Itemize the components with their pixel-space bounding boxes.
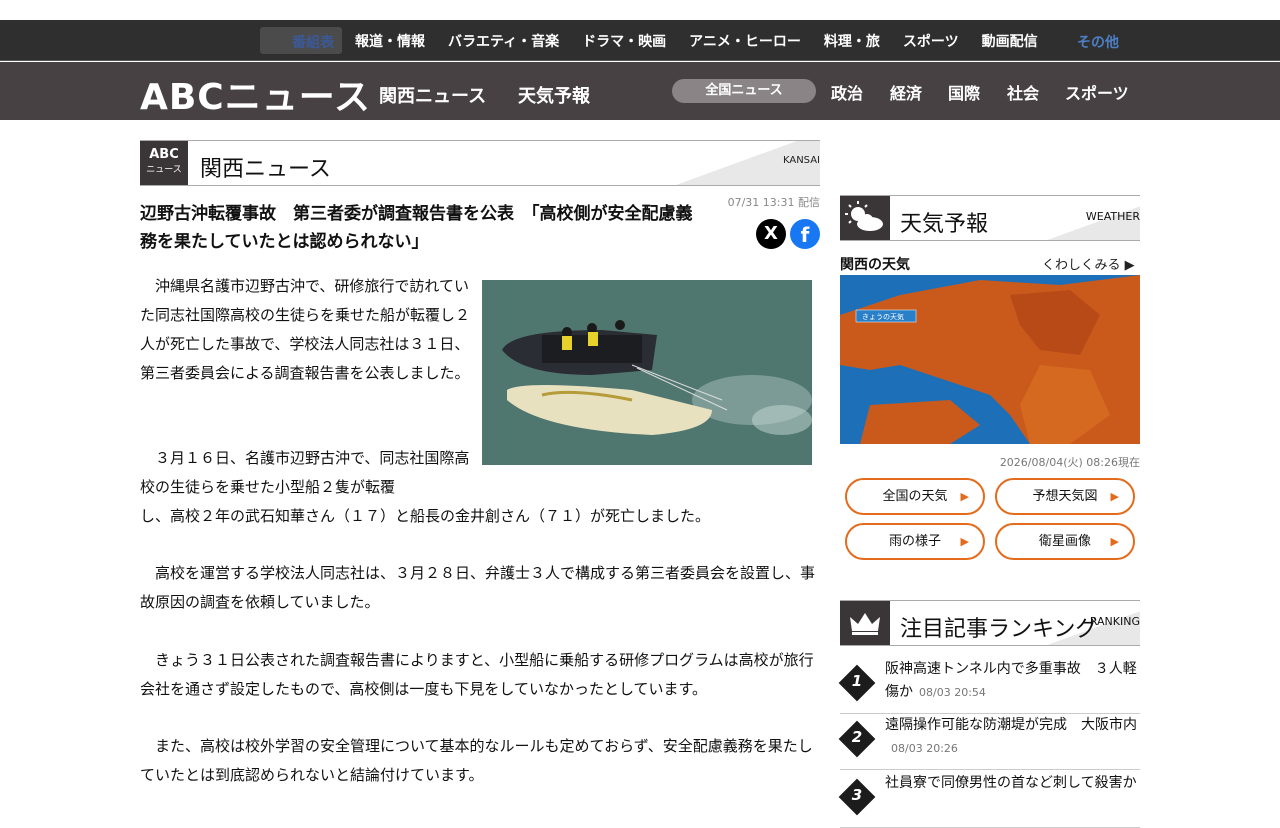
kansai-weather-map[interactable]: きょうの天気 <box>840 275 1140 444</box>
boat-rescue-photo <box>482 280 812 465</box>
weather-timestamp: 2026/08/04(火) 08:26現在 <box>999 456 1140 469</box>
main-header: ABCニュース 関西ニュース 天気予報 全国ニュース 政治 経済 国際 社会 ス… <box>0 62 1280 120</box>
kansai-news-link[interactable]: 関西ニュース <box>379 82 486 108</box>
nav-item-news[interactable]: 報道・情報 <box>355 31 425 51</box>
article-photo <box>482 280 812 465</box>
weather-icon <box>840 196 890 240</box>
weather-link[interactable]: 天気予報 <box>518 82 590 108</box>
abc-news-badge: ABC ニュース <box>140 141 188 185</box>
ranking-item-date: 08/03 20:54 <box>919 686 986 699</box>
article-headline: 辺野古沖転覆事故 第三者委が調査報告書を公表 「高校側が安全配慮義務を果たしてい… <box>140 204 693 252</box>
share-x-button[interactable]: X <box>756 219 786 249</box>
weather-title: 天気予報 <box>900 212 989 237</box>
weather-map-caption: きょうの天気 <box>862 312 904 321</box>
section-title-en: KANSAI <box>782 155 820 166</box>
national-news-tab[interactable]: 全国ニュース <box>672 79 816 103</box>
nav-item-sports[interactable]: スポーツ <box>903 31 959 51</box>
ranking-item-title[interactable]: 遠隔操作可能な防潮堤が完成 大阪市内08/03 20:26 <box>885 714 1140 760</box>
play-arrow-icon: ▶ <box>1110 490 1119 503</box>
article-paragraph-4: きょう３１日公表された調査報告書によりますと、小型船に乗船する研修プログラムは高… <box>140 651 814 698</box>
category-sports[interactable]: スポーツ <box>1065 80 1129 104</box>
weather-more-link[interactable]: くわしくみる ▶ <box>1042 254 1135 273</box>
nav-item-drama[interactable]: ドラマ・映画 <box>582 31 666 51</box>
rank-number: 3 <box>851 786 863 804</box>
ranking-item-title[interactable]: 社員寮で同僚男性の首など刺して殺害か <box>885 772 1140 795</box>
weather-title-en: WEATHER <box>1085 210 1140 223</box>
national-weather-button[interactable]: 全国の天気 ▶ <box>845 478 985 515</box>
program-nav: 報道・情報 バラエティ・音楽 ドラマ・映画 アニメ・ヒーロー 料理・旅 スポーツ… <box>355 20 1061 61</box>
abc-news-logo[interactable]: ABCニュース <box>140 68 371 120</box>
crown-icon <box>840 601 890 645</box>
article-paragraph-1: 沖縄県名護市辺野古沖で、研修旅行で訪れていた同志社国際高校の生徒らを乗せた船が転… <box>140 277 471 382</box>
play-arrow-icon: ▶ <box>1110 535 1119 548</box>
weather-map-graphic: きょうの天気 <box>840 275 1140 444</box>
program-nav-bar: 番組表 報道・情報 バラエティ・音楽 ドラマ・映画 アニメ・ヒーロー 料理・旅 … <box>0 20 1280 61</box>
ranking-item[interactable]: 2 遠隔操作可能な防潮堤が完成 大阪市内08/03 20:26 <box>838 714 1140 770</box>
rain-radar-button[interactable]: 雨の様子 ▶ <box>845 523 985 560</box>
share-facebook-button[interactable]: f <box>790 219 820 249</box>
ranking-item[interactable]: 1 阪神高速トンネル内で多重事故 ３人軽傷か 08/03 20:54 <box>838 658 1140 714</box>
ranking-title: 注目記事ランキング <box>900 617 1098 642</box>
category-society[interactable]: 社会 <box>1007 80 1039 104</box>
nav-item-video[interactable]: 動画配信 <box>982 31 1038 51</box>
rank-number: 1 <box>851 672 863 690</box>
section-header: ABC ニュース 関西ニュース KANSAI <box>140 140 820 186</box>
play-arrow-icon: ▶ <box>1124 258 1135 273</box>
nav-item-cooking[interactable]: 料理・旅 <box>824 31 880 51</box>
nav-item-variety[interactable]: バラエティ・音楽 <box>448 31 559 51</box>
article-paragraph-2-part-1: ３月１６日、名護市辺野古沖で、同志社国際高校の生徒らを乗せた小型船２隻が転覆 <box>140 449 470 496</box>
nav-item-anime[interactable]: アニメ・ヒーロー <box>689 31 801 51</box>
rank-number: 2 <box>851 728 863 746</box>
weather-section-header: 天気予報 WEATHER <box>840 195 1140 241</box>
forecast-map-button[interactable]: 予想天気図 ▶ <box>995 478 1135 515</box>
category-international[interactable]: 国際 <box>948 80 980 104</box>
kansai-weather-label: 関西の天気 <box>840 257 910 273</box>
play-arrow-icon: ▶ <box>960 490 969 503</box>
satellite-image-button[interactable]: 衛星画像 ▶ <box>995 523 1135 560</box>
ranking-item-title[interactable]: 阪神高速トンネル内で多重事故 ３人軽傷か 08/03 20:54 <box>885 658 1140 704</box>
ranking-item-date: 08/03 20:26 <box>891 742 958 755</box>
article-paragraph-5: また、高校は校外学習の安全管理について基本的なルールも定めておらず、安全配慮義務… <box>140 737 813 784</box>
nav-item-other[interactable]: その他 <box>1077 32 1119 52</box>
ranking-section-header: 注目記事ランキング RANKING <box>840 600 1140 646</box>
section-title: 関西ニュース <box>200 157 331 182</box>
article-paragraph-2: ３月１６日、名護市辺野古沖で、同志社国際高校の生徒らを乗せた小型船２隻が転覆し、… <box>140 444 820 531</box>
article-paragraph-2-part-2: し、高校２年の武石知華さん（１７）と船長の金井創さん（７１）が死亡しました。 <box>140 507 711 525</box>
category-economy[interactable]: 経済 <box>890 80 922 104</box>
program-guide-tab[interactable]: 番組表 <box>260 27 342 54</box>
ranking-title-en: RANKING <box>1089 615 1140 628</box>
play-arrow-icon: ▶ <box>960 535 969 548</box>
article-date: 07/31 13:31 配信 <box>727 196 820 209</box>
article-paragraph-3: 高校を運営する学校法人同志社は、３月２８日、弁護士３人で構成する第三者委員会を設… <box>140 564 816 611</box>
category-politics[interactable]: 政治 <box>831 80 863 104</box>
ranking-item[interactable]: 3 社員寮で同僚男性の首など刺して殺害か <box>838 772 1140 828</box>
